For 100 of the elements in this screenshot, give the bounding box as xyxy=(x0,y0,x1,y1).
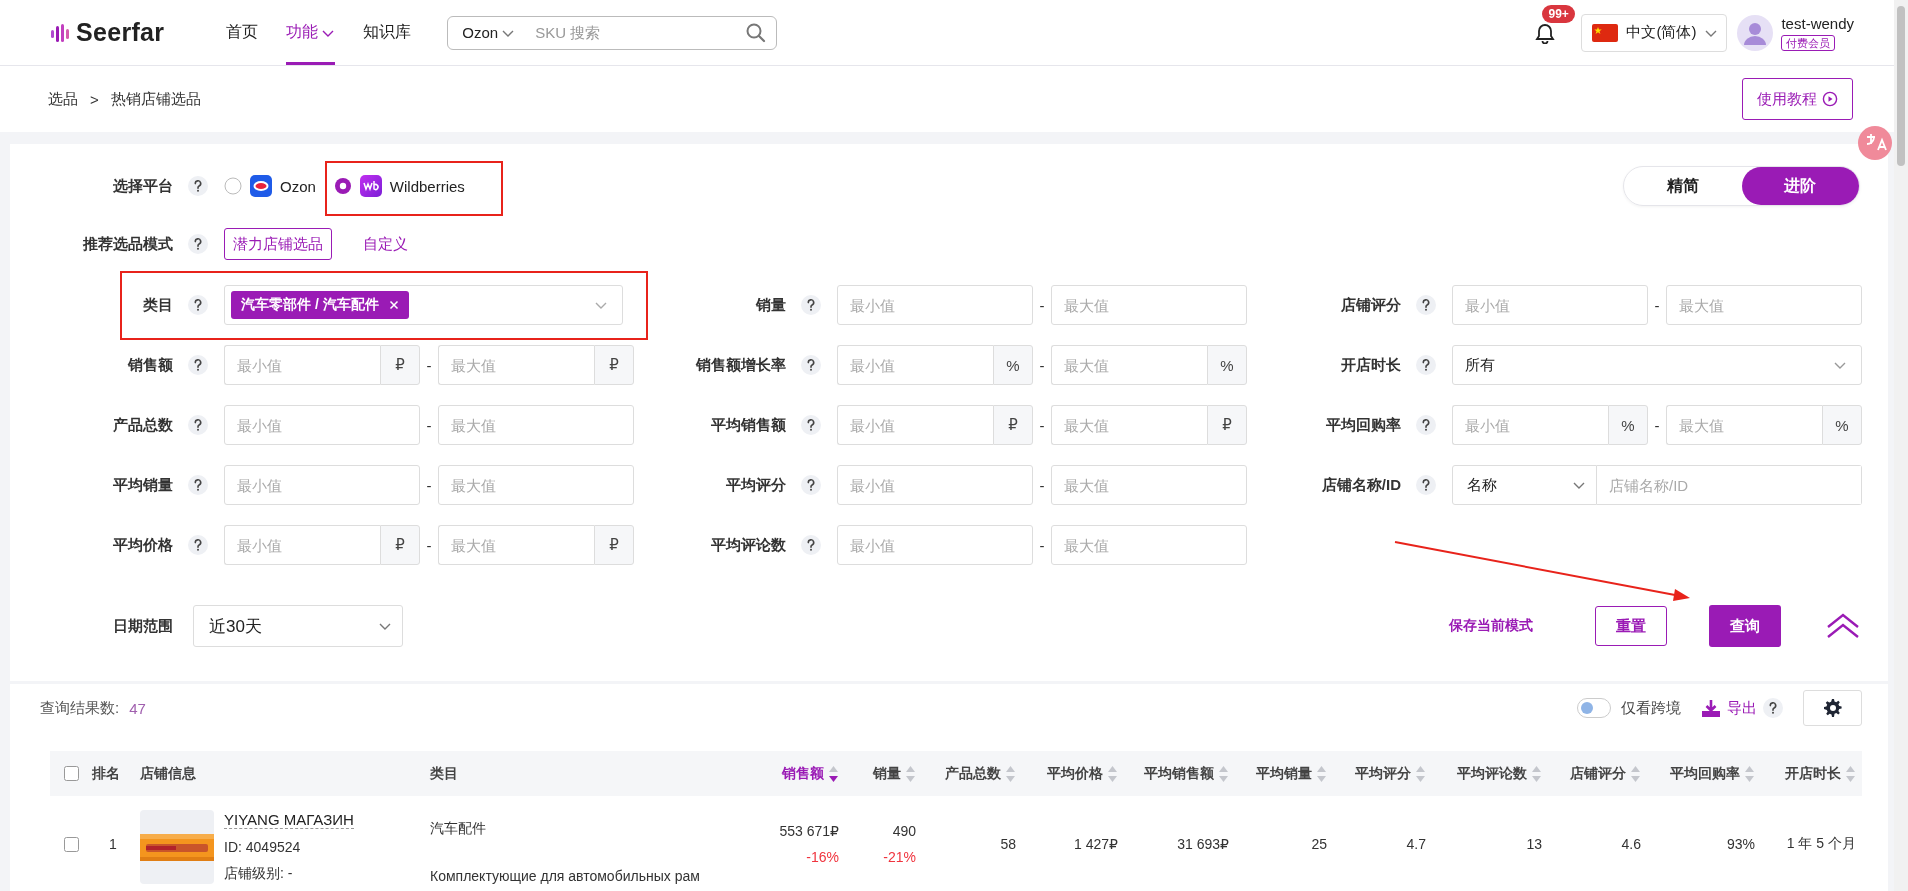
number-field[interactable]: 最小值 xyxy=(224,345,380,385)
help-icon[interactable] xyxy=(188,176,208,196)
toggle-option[interactable]: 进阶 xyxy=(1741,167,1859,205)
column-header[interactable]: 平均回购率 xyxy=(1670,764,1740,783)
platform-option[interactable]: Wildberries xyxy=(389,177,465,195)
number-field[interactable]: 最小值 xyxy=(224,525,380,565)
column-header[interactable]: 平均评论数 xyxy=(1457,764,1527,783)
number-field[interactable]: 最小值 xyxy=(1452,285,1648,325)
number-field[interactable]: 最小值 xyxy=(837,285,1033,325)
help-icon[interactable] xyxy=(188,535,208,555)
sort-icon[interactable] xyxy=(828,764,839,783)
number-field[interactable]: 最小值 xyxy=(837,405,993,445)
help-icon[interactable] xyxy=(188,355,208,375)
collapse-icon[interactable] xyxy=(1826,613,1860,639)
number-field[interactable]: 最小值 xyxy=(837,525,1033,565)
column-header[interactable]: 平均评分 xyxy=(1355,764,1411,783)
column-header[interactable]: 类目 xyxy=(430,764,458,783)
unit-label: ₽ xyxy=(380,525,420,565)
number-field[interactable]: 最小值 xyxy=(224,465,420,505)
search-field[interactable]: Ozon SKU 搜索 xyxy=(447,15,778,50)
column-header[interactable]: 平均销量 xyxy=(1256,764,1312,783)
table-cell: 93% xyxy=(1726,836,1755,852)
help-icon[interactable] xyxy=(188,475,208,495)
search-icon[interactable] xyxy=(746,22,767,43)
column-header[interactable]: 店铺评分 xyxy=(1570,764,1626,783)
column-header[interactable]: 销售额 xyxy=(782,764,824,783)
column-header[interactable]: 产品总数 xyxy=(945,764,1001,783)
help-icon[interactable] xyxy=(801,355,821,375)
number-field[interactable]: 最大值 xyxy=(438,345,594,385)
range-separator: - xyxy=(425,416,433,434)
settings-button[interactable] xyxy=(1803,690,1862,726)
field-label: 销售额 xyxy=(126,355,173,375)
column-header[interactable]: 销量 xyxy=(873,764,901,783)
category-tag[interactable]: 汽车零部件 / 汽车配件 xyxy=(231,291,409,319)
help-icon[interactable] xyxy=(801,535,821,555)
query-button[interactable]: 查询 xyxy=(1709,605,1781,647)
mode-option[interactable]: 潜力店铺选品 xyxy=(224,228,332,260)
table-cell: 31 693₽ xyxy=(1177,836,1229,852)
column-header[interactable]: 平均销售额 xyxy=(1144,764,1214,783)
column-header[interactable]: 排名 xyxy=(92,764,120,783)
platform-option[interactable]: Ozon xyxy=(280,177,316,195)
number-field[interactable]: 最小值 xyxy=(1452,405,1608,445)
column-header[interactable]: 店铺信息 xyxy=(140,764,196,783)
date-select[interactable]: 近30天 xyxy=(193,605,403,647)
select-field[interactable]: 所有 xyxy=(1452,345,1862,385)
category-select[interactable]: 汽车零部件 / 汽车配件 xyxy=(224,285,623,325)
close-icon[interactable] xyxy=(388,300,399,310)
language-select[interactable]: 中文(简体) xyxy=(1581,13,1728,52)
number-field[interactable]: 最大值 xyxy=(1051,525,1247,565)
bell-icon[interactable] xyxy=(1534,21,1557,44)
column-header[interactable]: 开店时长 xyxy=(1785,764,1841,783)
help-icon[interactable] xyxy=(1416,475,1436,495)
checkbox[interactable] xyxy=(63,766,79,781)
number-field[interactable]: 最大值 xyxy=(1666,405,1822,445)
number-field[interactable]: 最大值 xyxy=(1666,285,1862,325)
select-field[interactable]: 名称 xyxy=(1452,465,1597,505)
store-name-link[interactable]: YIYANG МАГАЗИН xyxy=(224,811,354,829)
unit-label: ₽ xyxy=(594,345,634,385)
number-field[interactable]: 最大值 xyxy=(1051,285,1247,325)
toggle-option[interactable]: 精简 xyxy=(1624,167,1742,205)
help-icon[interactable] xyxy=(1416,355,1436,375)
number-field[interactable]: 最大值 xyxy=(1051,465,1247,505)
number-field[interactable]: 最小值 xyxy=(837,345,993,385)
number-field[interactable]: 最大值 xyxy=(438,525,594,565)
reset-button[interactable]: 重置 xyxy=(1595,606,1667,646)
save-mode-link[interactable]: 保存当前模式 xyxy=(1449,617,1533,635)
breadcrumb-item[interactable]: 热销店铺选品 xyxy=(110,89,201,109)
category-text: 汽车配件 xyxy=(430,820,486,838)
number-field[interactable]: 最小值 xyxy=(837,465,1033,505)
number-field[interactable]: 最大值 xyxy=(1051,405,1207,445)
tutorial-button[interactable]: 使用教程 xyxy=(1742,78,1853,120)
radio-button[interactable] xyxy=(333,177,352,195)
column-header[interactable]: 平均价格 xyxy=(1047,764,1103,783)
radio-button[interactable] xyxy=(224,177,242,195)
help-icon[interactable] xyxy=(188,234,208,254)
number-field[interactable]: 最大值 xyxy=(1051,345,1207,385)
help-icon[interactable] xyxy=(1763,698,1783,718)
table-cell: 25 xyxy=(1311,836,1327,852)
help-icon[interactable] xyxy=(1416,295,1436,315)
avatar-icon[interactable] xyxy=(1737,14,1774,51)
checkbox[interactable] xyxy=(63,836,79,852)
toggle-switch[interactable] xyxy=(1577,698,1611,718)
platform-select[interactable]: Ozon xyxy=(462,24,516,41)
help-icon[interactable] xyxy=(801,415,821,435)
help-icon[interactable] xyxy=(801,475,821,495)
scrollbar[interactable] xyxy=(1897,6,1905,166)
nav-tab[interactable]: 知识库 xyxy=(363,0,412,65)
help-icon[interactable] xyxy=(1416,415,1436,435)
help-icon[interactable] xyxy=(801,295,821,315)
table-cell: 1 427₽ xyxy=(1074,836,1118,852)
number-field[interactable]: 最小值 xyxy=(224,405,420,445)
help-icon[interactable] xyxy=(188,295,208,315)
unit-label: % xyxy=(1207,345,1247,385)
number-field[interactable]: 最大值 xyxy=(438,405,634,445)
nav-tab[interactable]: 首页 xyxy=(226,0,259,65)
export-link[interactable]: 导出 xyxy=(1701,698,1757,718)
number-field[interactable]: 最大值 xyxy=(438,465,634,505)
breadcrumb-item[interactable]: 选品 xyxy=(48,89,78,109)
text-field[interactable]: 店铺名称/ID xyxy=(1597,465,1862,505)
help-icon[interactable] xyxy=(188,415,208,435)
